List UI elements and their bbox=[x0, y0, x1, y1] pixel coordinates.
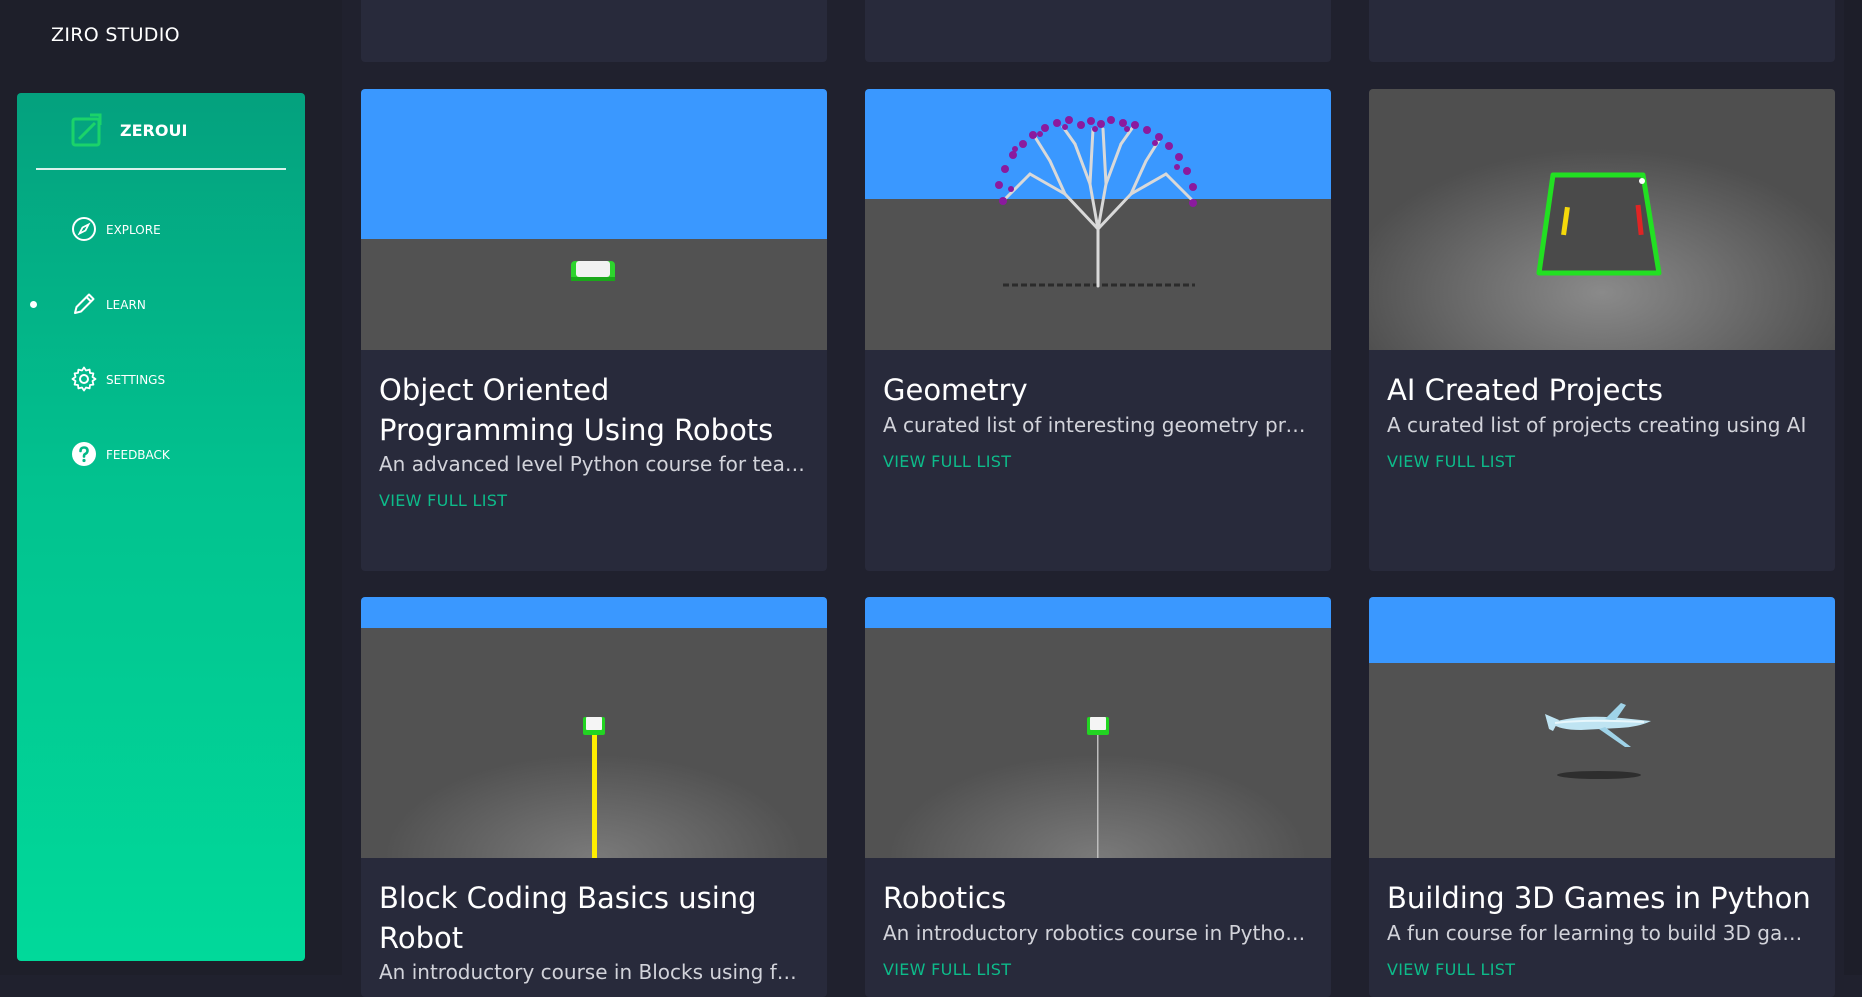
course-thumbnail[interactable] bbox=[1369, 597, 1835, 858]
card-description: An advanced level Python course for teac… bbox=[379, 452, 809, 476]
workspace-name: ZEROUI bbox=[120, 121, 188, 140]
sidebar-item-learn[interactable]: LEARN bbox=[30, 282, 286, 326]
course-card[interactable]: Geometry A curated list of interesting g… bbox=[865, 89, 1331, 571]
pong-arena-icon bbox=[1536, 172, 1662, 276]
gear-icon bbox=[71, 366, 97, 392]
card-description: An introductory course in Blocks using f… bbox=[379, 960, 809, 984]
card-title: AI Created Projects bbox=[1387, 373, 1663, 407]
course-card-partial[interactable] bbox=[1369, 0, 1835, 62]
card-title: Geometry bbox=[883, 373, 1028, 407]
course-card[interactable]: AI Created Projects A curated list of pr… bbox=[1369, 89, 1835, 571]
sidebar-divider bbox=[36, 168, 286, 170]
course-thumbnail[interactable] bbox=[361, 597, 827, 858]
course-card-partial[interactable] bbox=[865, 0, 1331, 62]
course-card[interactable]: Building 3D Games in Python A fun course… bbox=[1369, 597, 1835, 997]
card-title: Building 3D Games in Python bbox=[1387, 881, 1811, 915]
course-thumbnail[interactable] bbox=[865, 89, 1331, 350]
course-thumbnail[interactable] bbox=[865, 597, 1331, 858]
sidebar-item-label: SETTINGS bbox=[106, 373, 166, 387]
sidebar-item-label: EXPLORE bbox=[106, 223, 161, 237]
view-full-list-link[interactable]: VIEW FULL LIST bbox=[379, 491, 507, 510]
sidebar-item-label: FEEDBACK bbox=[106, 448, 170, 462]
card-title: Block Coding Basics using Robot bbox=[379, 881, 757, 955]
scrollbar[interactable] bbox=[1844, 0, 1862, 975]
view-full-list-link[interactable]: VIEW FULL LIST bbox=[883, 452, 1011, 471]
card-title: Object Oriented Programming Using Robots bbox=[379, 373, 774, 447]
zeroui-logo-icon bbox=[71, 113, 102, 147]
course-thumbnail[interactable] bbox=[361, 89, 827, 350]
sidebar-item-explore[interactable]: EXPLORE bbox=[36, 207, 286, 251]
card-description: A curated list of interesting geometry p… bbox=[883, 413, 1313, 437]
pencil-icon bbox=[74, 293, 95, 314]
card-description: An introductory robotics course in Pytho… bbox=[883, 921, 1313, 945]
robot-car-icon bbox=[571, 261, 615, 281]
workspace-header[interactable]: ZEROUI bbox=[53, 113, 303, 167]
compass-icon bbox=[72, 217, 96, 241]
course-card[interactable]: Object Oriented Programming Using Robots… bbox=[361, 89, 827, 571]
view-full-list-link[interactable]: VIEW FULL LIST bbox=[1387, 452, 1515, 471]
sidebar-panel: ZEROUI EXPLORE LEARN SETTINGS FEEDBACK bbox=[17, 93, 305, 961]
course-card-partial[interactable] bbox=[361, 0, 827, 62]
course-card[interactable]: Block Coding Basics using Robot An intro… bbox=[361, 597, 827, 997]
card-description: A fun course for learning to build 3D ga… bbox=[1387, 921, 1817, 945]
card-description: A curated list of projects creating usin… bbox=[1387, 413, 1807, 437]
view-full-list-link[interactable]: VIEW FULL LIST bbox=[1387, 960, 1515, 979]
help-icon bbox=[72, 442, 96, 466]
course-card[interactable]: Robotics An introductory robotics course… bbox=[865, 597, 1331, 997]
view-full-list-link[interactable]: VIEW FULL LIST bbox=[883, 960, 1011, 979]
app-title[interactable]: ZIRO STUDIO bbox=[51, 24, 180, 46]
course-thumbnail[interactable] bbox=[1369, 89, 1835, 350]
sidebar-item-feedback[interactable]: FEEDBACK bbox=[36, 432, 286, 476]
sidebar-item-label: LEARN bbox=[106, 298, 146, 312]
sidebar-item-settings[interactable]: SETTINGS bbox=[36, 357, 286, 401]
card-title: Robotics bbox=[883, 881, 1007, 915]
active-indicator bbox=[30, 301, 37, 308]
